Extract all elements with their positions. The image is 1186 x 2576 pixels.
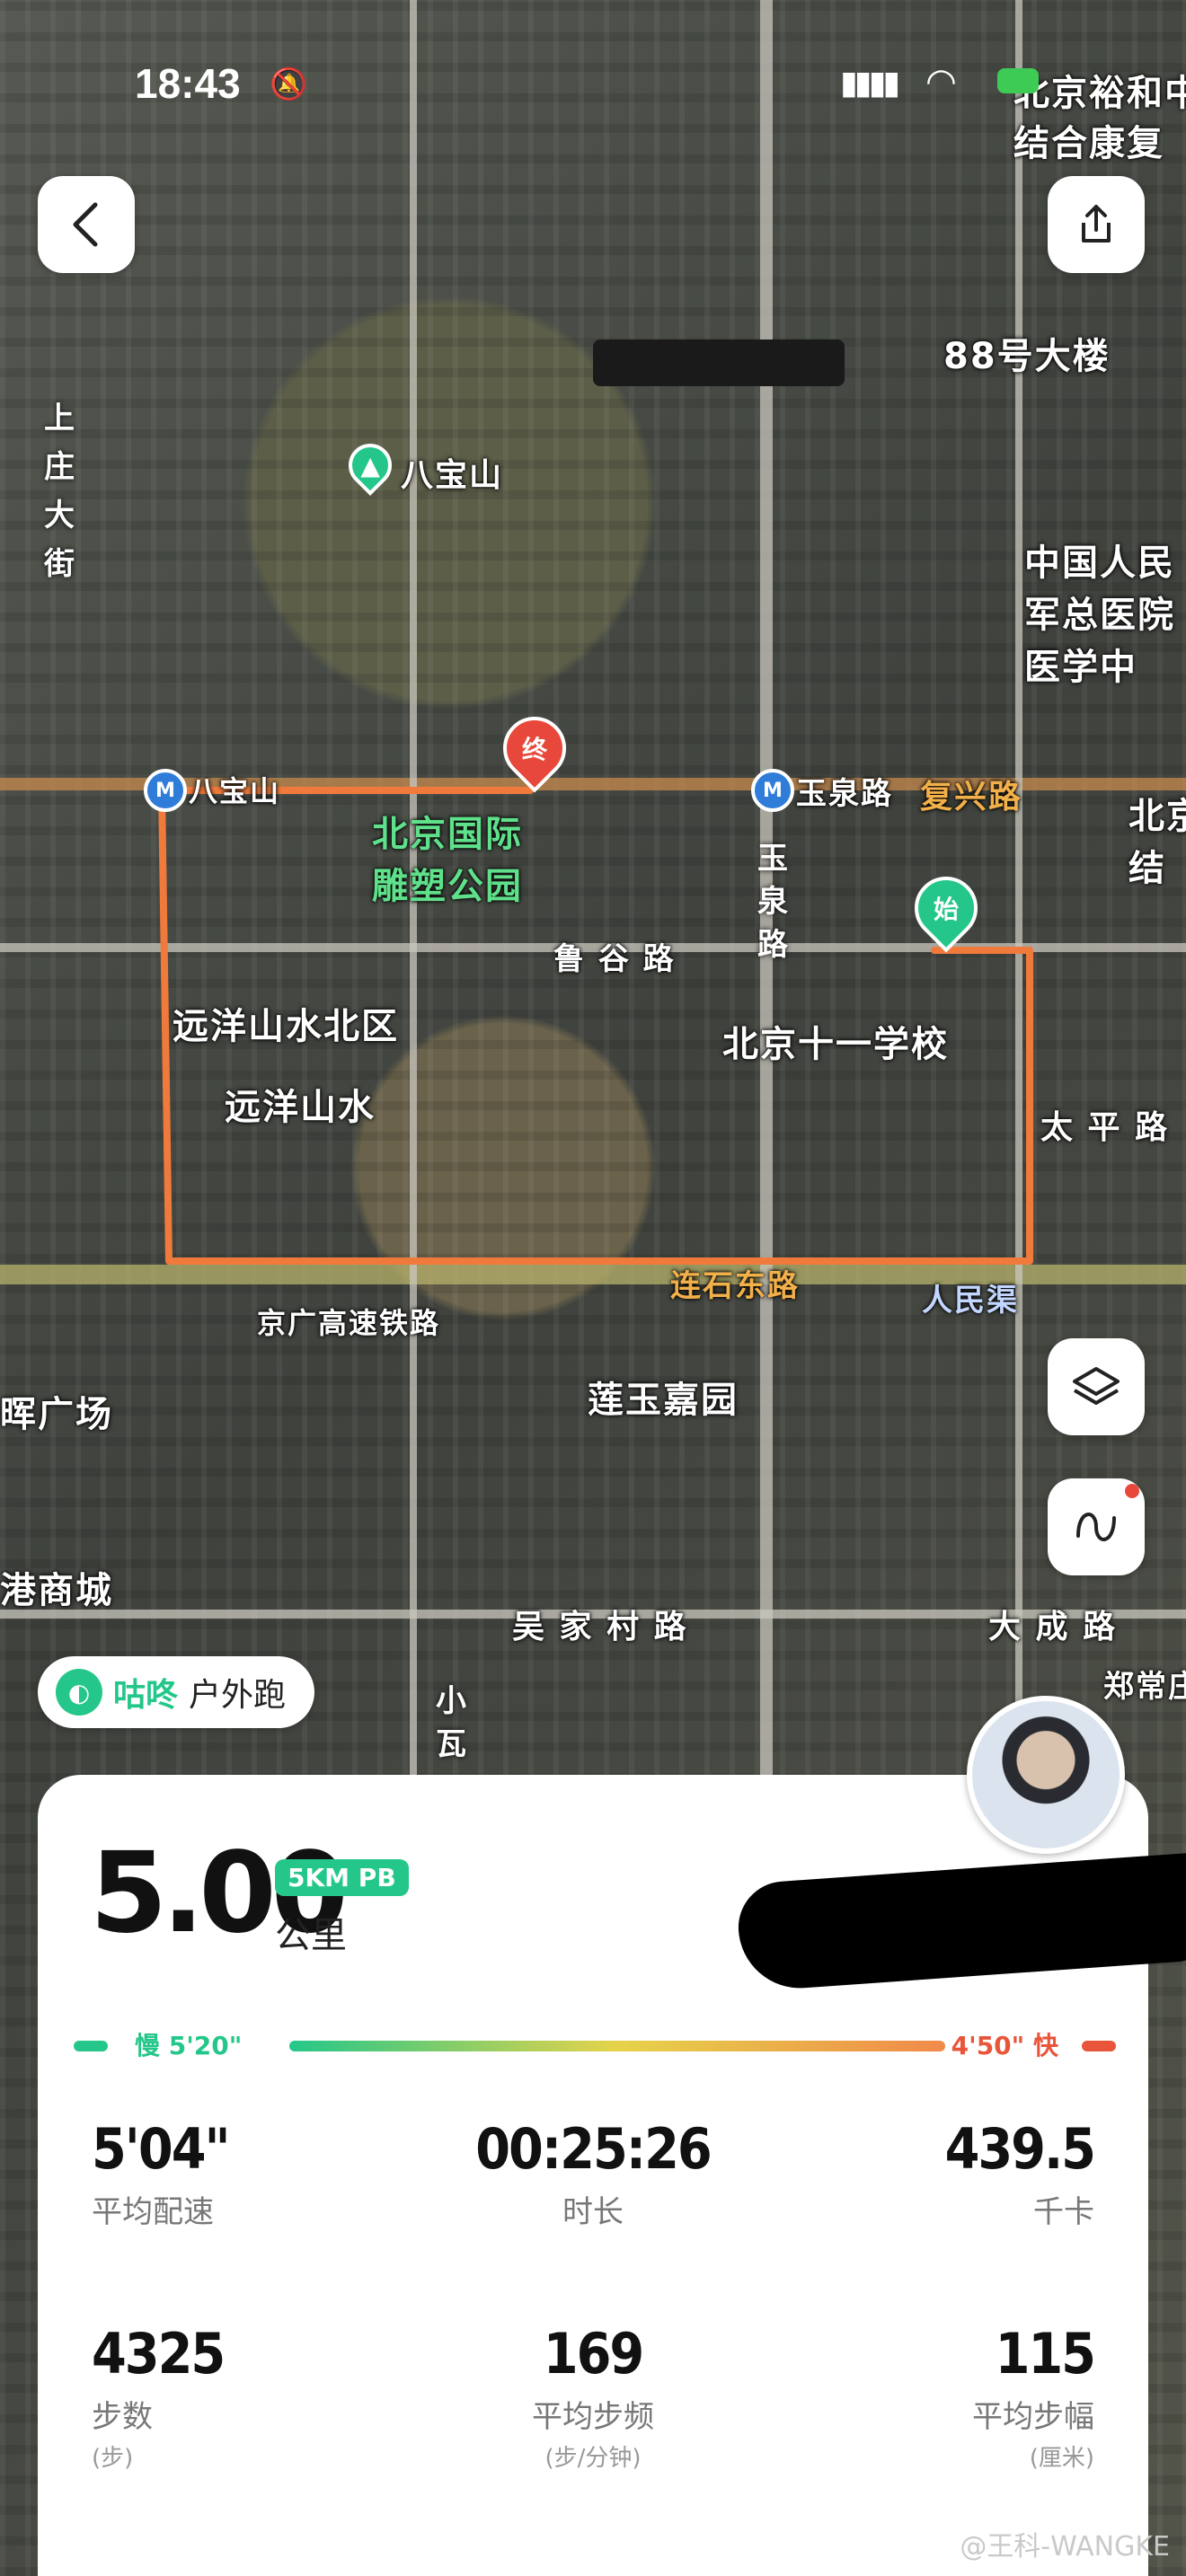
- road-taiping: 太 平 路: [1040, 1109, 1170, 1146]
- metro-babaoshan: 八宝山: [189, 774, 281, 808]
- poi-sculpture-park: 北京国际 雕塑公园: [372, 814, 523, 907]
- road-fuxing: 复兴路: [920, 779, 1023, 816]
- battery-icon: [997, 68, 1039, 93]
- slow-indicator: [74, 2041, 108, 2051]
- redacted-area: [735, 1852, 1186, 1992]
- poi-xiaowa: 小 瓦: [436, 1683, 466, 1762]
- stat-stride: 115 平均步幅 (厘米): [972, 2321, 1096, 2472]
- poi-yuanyang: 远洋山水: [225, 1087, 376, 1128]
- layers-icon: [1073, 1367, 1120, 1405]
- poi-beijing-right: 北京 结: [1128, 796, 1186, 889]
- wifi-icon: ◠: [925, 61, 957, 102]
- avatar[interactable]: [967, 1696, 1125, 1854]
- poi-building-88: 88号大楼: [943, 336, 1111, 377]
- route-button[interactable]: [1048, 1478, 1145, 1575]
- share-icon: [1082, 205, 1111, 243]
- codoon-logo-icon: ◐: [56, 1669, 102, 1716]
- back-button[interactable]: [38, 176, 135, 273]
- poi-zhengchang: 郑常庄: [1103, 1669, 1186, 1705]
- pace-slow-label: 慢 5'20": [135, 2031, 243, 2060]
- pb-badge: 5KM PB: [275, 1859, 409, 1896]
- layers-button[interactable]: [1048, 1338, 1145, 1435]
- metro-yuquanlu: 玉泉路: [796, 776, 893, 812]
- notification-dot: [1125, 1484, 1139, 1498]
- status-time: 18:43: [135, 60, 241, 107]
- map-redaction: [593, 340, 845, 386]
- activity-type: 户外跑: [189, 1677, 287, 1714]
- watermark: @王科-WANGKE: [960, 2531, 1170, 2563]
- metro-icon: M: [751, 769, 794, 812]
- stat-cadence: 169 平均步频 (步/分钟): [532, 2321, 654, 2472]
- share-button[interactable]: [1048, 176, 1145, 273]
- road-lugu: 鲁 谷 路: [553, 941, 676, 977]
- stat-avg-pace: 5'04" 平均配速: [92, 2116, 231, 2230]
- poi-plaza: 晖广场: [0, 1394, 113, 1435]
- back-icon: [73, 202, 98, 247]
- distance-unit: 公里: [275, 1915, 347, 1956]
- app-name: 咕咚: [113, 1677, 179, 1714]
- signal-icon: ▮▮▮▮: [840, 65, 900, 101]
- poi-mall: 港商城: [0, 1570, 113, 1611]
- road-dacheng: 大 成 路: [988, 1609, 1118, 1645]
- poi-babaoshan: 八宝山: [401, 457, 504, 494]
- stat-duration: 00:25:26 时长: [475, 2116, 712, 2230]
- road-yuquan-vertical: 玉 泉 路: [757, 841, 788, 963]
- stat-calories: 439.5 千卡: [944, 2116, 1096, 2230]
- poi-hospital: 中国人民 军总医院 医学中: [1024, 543, 1175, 688]
- summary-card: 5.00 5KM PB 公里 慢 5'20" 4'50" 快 5'04" 平均配…: [38, 1775, 1186, 2576]
- app-badge: ◐ 咕咚 户外跑: [38, 1656, 315, 1728]
- route-icon: [1076, 1513, 1116, 1541]
- pace-gradient-bar: [289, 2041, 945, 2051]
- status-bar: 18:43 🔕 ▮▮▮▮ ◠: [0, 54, 1186, 108]
- poi-lianyu-garden: 莲玉嘉园: [588, 1380, 739, 1421]
- road-renminqu: 人民渠: [922, 1283, 1019, 1319]
- fast-indicator: [1082, 2041, 1116, 2051]
- stat-steps: 4325 步数 (步): [92, 2321, 226, 2472]
- rail-jingguang: 京广高速铁路: [257, 1306, 441, 1340]
- road-lianshi-east: 连石东路: [670, 1268, 800, 1304]
- street-shangzhuang: 上 庄 大 街: [44, 401, 75, 582]
- road-wujiacun: 吴 家 村 路: [512, 1609, 688, 1645]
- bell-off-icon: 🔕: [270, 66, 308, 102]
- pace-legend: 慢 5'20" 4'50" 快: [74, 2023, 1116, 2068]
- poi-school: 北京十一学校: [722, 1024, 949, 1065]
- poi-yuanyang-north: 远洋山水北区: [173, 1006, 399, 1047]
- metro-icon: M: [144, 769, 187, 812]
- pace-fast-label: 4'50" 快: [951, 2031, 1058, 2060]
